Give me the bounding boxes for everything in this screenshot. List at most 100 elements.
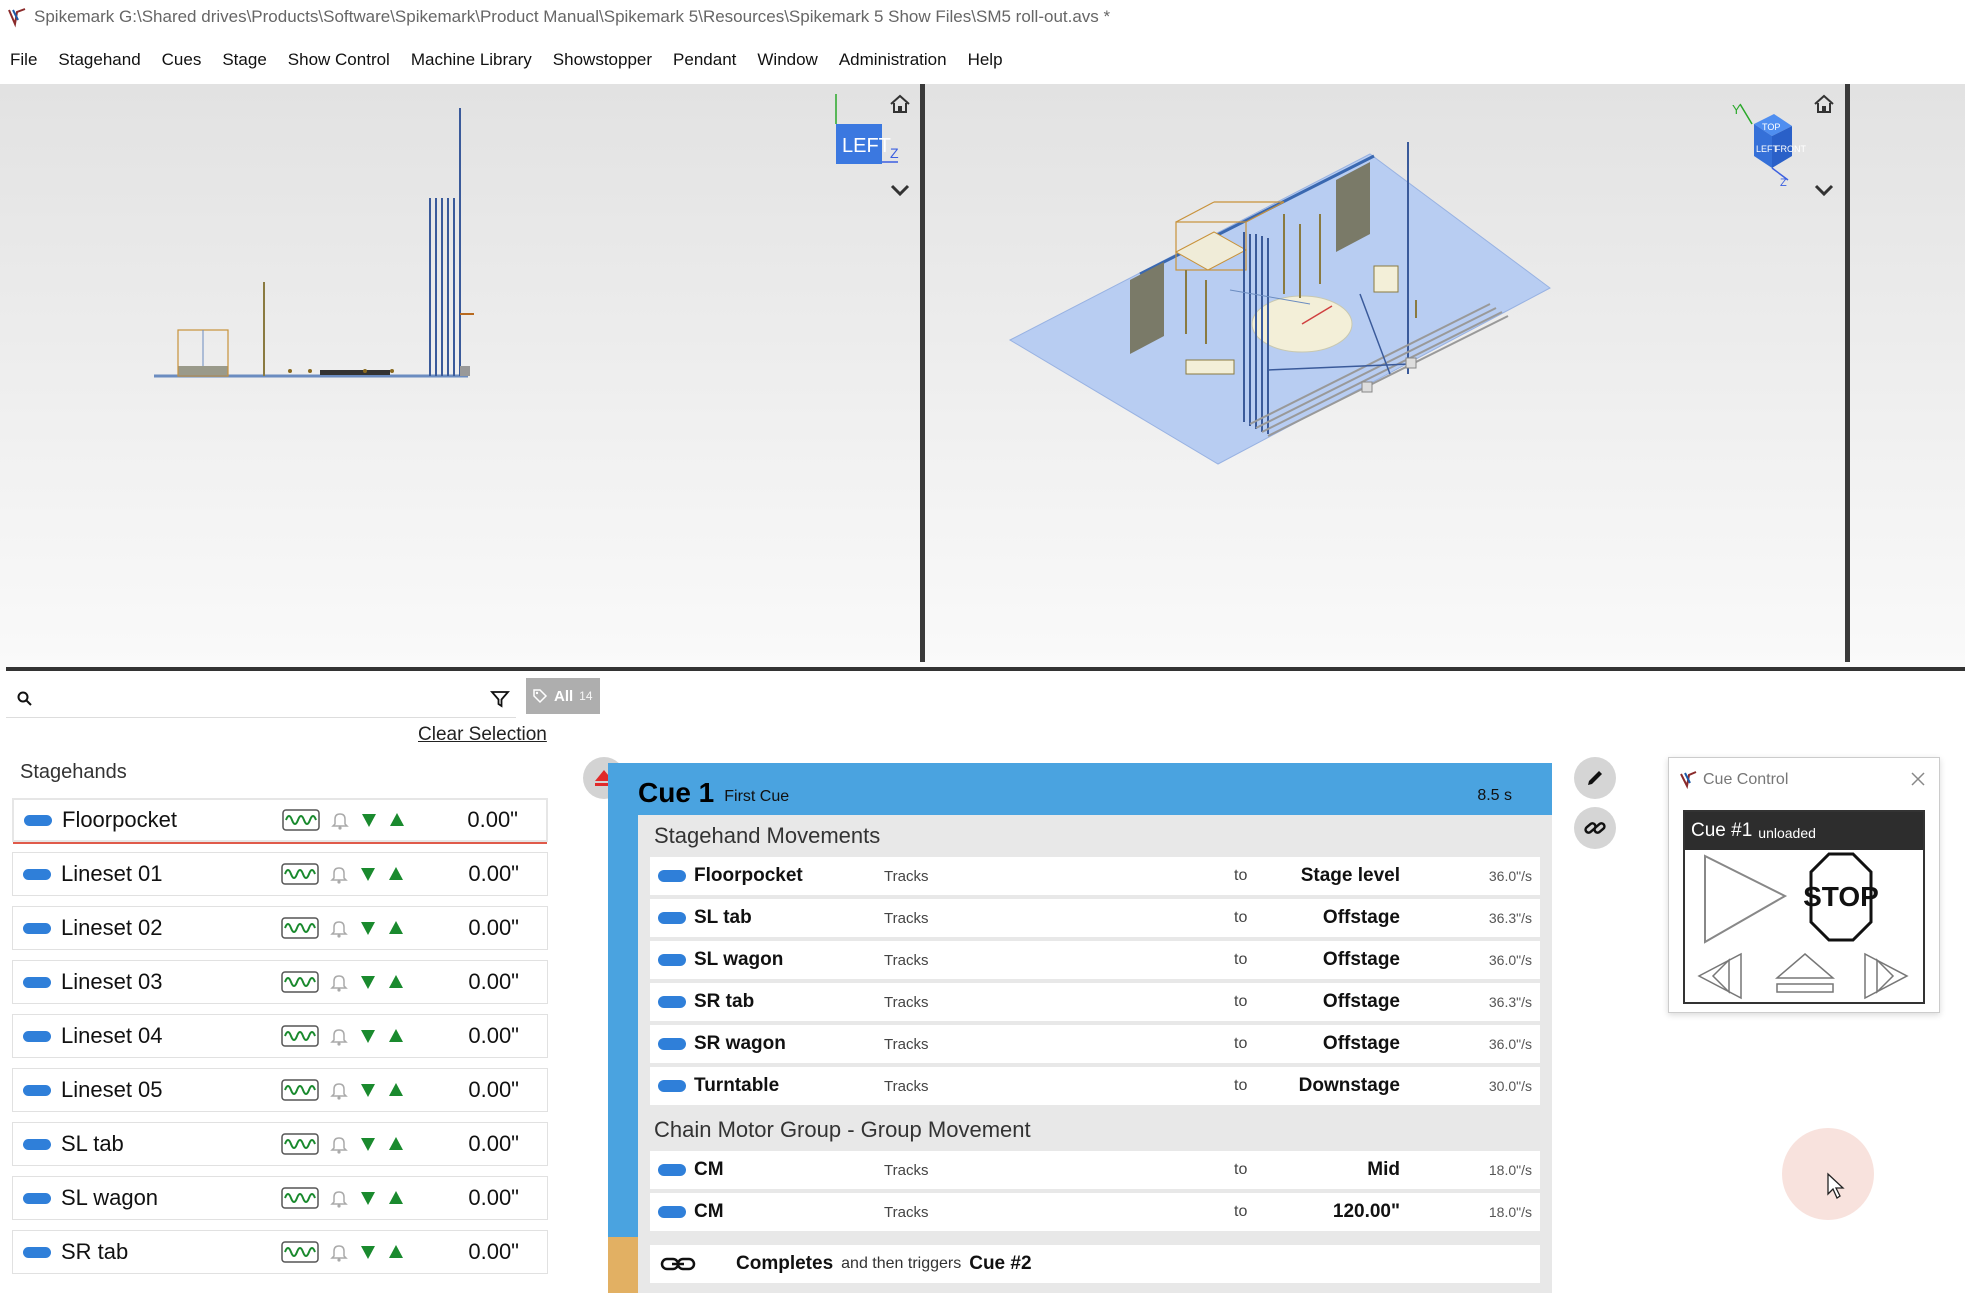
loaded-cue-number: Cue #1 [1691, 820, 1753, 841]
menu-help[interactable]: Help [968, 50, 1003, 70]
menu-stagehand[interactable]: Stagehand [58, 50, 140, 70]
waveform-icon[interactable] [281, 863, 319, 885]
waveform-icon[interactable] [282, 809, 320, 831]
move-up-icon[interactable] [387, 1189, 405, 1207]
bell-icon[interactable] [329, 1079, 349, 1101]
movement-row[interactable]: SL tab Tracks to Offstage 36.3"/s [650, 899, 1540, 937]
edit-cue-button[interactable] [1574, 757, 1616, 799]
menu-pendant[interactable]: Pendant [673, 50, 736, 70]
waveform-icon[interactable] [281, 1187, 319, 1209]
stagehand-row[interactable]: Lineset 01 0.00" [12, 852, 548, 896]
home-view-left-icon[interactable] [888, 92, 912, 116]
move-up-icon[interactable] [387, 1027, 405, 1045]
stagehand-row[interactable]: Lineset 04 0.00" [12, 1014, 548, 1058]
view-left-label: LEFT [842, 135, 891, 157]
home-view-right-icon[interactable] [1812, 92, 1836, 116]
cue-control-window[interactable]: Cue Control Cue #1 unloaded STOP [1668, 757, 1940, 1013]
bell-icon[interactable] [329, 1241, 349, 1263]
menu-file[interactable]: File [10, 50, 37, 70]
cue-completion-row[interactable]: Completes and then triggers Cue #2 [650, 1245, 1540, 1283]
move-down-icon[interactable] [359, 1027, 377, 1045]
move-down-icon[interactable] [359, 1135, 377, 1153]
waveform-icon[interactable] [281, 971, 319, 993]
stagehand-row[interactable]: SL tab 0.00" [12, 1122, 548, 1166]
view-cube-icon[interactable]: Y TOP LEFT FRONT Z [1728, 94, 1818, 194]
waveform-icon[interactable] [281, 1079, 319, 1101]
menu-machine-library[interactable]: Machine Library [411, 50, 532, 70]
move-up-icon[interactable] [387, 1135, 405, 1153]
stagehands-heading: Stagehands [20, 761, 127, 783]
bell-icon[interactable] [329, 863, 349, 885]
movement-row[interactable]: SL wagon Tracks to Offstage 36.0"/s [650, 941, 1540, 979]
move-up-icon[interactable] [387, 973, 405, 991]
cue-subtitle: First Cue [724, 788, 790, 805]
bell-icon[interactable] [329, 971, 349, 993]
stagehand-row[interactable]: Floorpocket 0.00" [12, 798, 548, 842]
previous-cue-button[interactable] [1697, 952, 1742, 1000]
stagehand-status-pill [24, 814, 52, 826]
move-down-icon[interactable] [359, 1189, 377, 1207]
movement-action: Tracks [884, 1077, 929, 1095]
move-down-icon[interactable] [359, 919, 377, 937]
waveform-icon[interactable] [281, 917, 319, 939]
move-up-icon[interactable] [388, 811, 406, 829]
movement-row[interactable]: CM Tracks to Mid 18.0"/s [650, 1151, 1540, 1189]
cue-card[interactable]: Cue 1 First Cue 8.5 s Stagehand Movement… [608, 763, 1552, 1293]
move-down-icon[interactable] [359, 1081, 377, 1099]
movement-row[interactable]: SR tab Tracks to Offstage 36.3"/s [650, 983, 1540, 1021]
menu-show-control[interactable]: Show Control [288, 50, 390, 70]
menu-administration[interactable]: Administration [839, 50, 947, 70]
stagehand-position: 0.00" [468, 1077, 519, 1102]
bell-icon[interactable] [329, 1187, 349, 1209]
move-up-icon[interactable] [387, 865, 405, 883]
move-down-icon[interactable] [359, 1243, 377, 1261]
waveform-icon[interactable] [281, 1025, 319, 1047]
menu-window[interactable]: Window [757, 50, 817, 70]
stagehand-status-pill [23, 1030, 51, 1042]
movement-row[interactable]: Turntable Tracks to Downstage 30.0"/s [650, 1067, 1540, 1105]
bell-icon[interactable] [329, 1025, 349, 1047]
stagehand-row[interactable]: SR tab 0.00" [12, 1230, 548, 1274]
move-up-icon[interactable] [387, 1081, 405, 1099]
go-button[interactable] [1704, 854, 1788, 944]
tag-filter-all[interactable]: All 14 [526, 678, 600, 714]
stagehand-row[interactable]: SL wagon 0.00" [12, 1176, 548, 1220]
next-cue-button[interactable] [1864, 952, 1909, 1000]
waveform-icon[interactable] [281, 1133, 319, 1155]
move-up-icon[interactable] [387, 1243, 405, 1261]
left-viewport-scene[interactable] [0, 84, 920, 664]
search-input[interactable] [42, 684, 482, 714]
panel-splitter[interactable] [6, 667, 1965, 671]
move-down-icon[interactable] [359, 865, 377, 883]
stagehand-row[interactable]: Lineset 05 0.00" [12, 1068, 548, 1112]
chevron-down-right-icon[interactable] [1812, 180, 1836, 200]
viewport-splitter-2[interactable] [1845, 84, 1850, 662]
search-bar [6, 680, 516, 718]
close-icon[interactable] [1909, 770, 1927, 788]
waveform-icon[interactable] [281, 1241, 319, 1263]
bell-icon[interactable] [330, 809, 350, 831]
stagehand-row[interactable]: Lineset 03 0.00" [12, 960, 548, 1004]
window-title: Spikemark G:\Shared drives\Products\Soft… [34, 7, 1111, 26]
filter-icon[interactable] [490, 689, 510, 709]
chevron-down-left-icon[interactable] [888, 180, 912, 200]
viewport-splitter-1[interactable] [920, 84, 925, 662]
menu-stage[interactable]: Stage [222, 50, 266, 70]
move-down-icon[interactable] [359, 973, 377, 991]
clear-selection-link[interactable]: Clear Selection [418, 724, 547, 746]
bell-icon[interactable] [329, 917, 349, 939]
move-down-icon[interactable] [360, 811, 378, 829]
movement-row[interactable]: Floorpocket Tracks to Stage level 36.0"/s [650, 857, 1540, 895]
eject-control-button[interactable] [1774, 953, 1836, 993]
link-cue-button[interactable] [1574, 807, 1616, 849]
movement-row[interactable]: CM Tracks to 120.00" 18.0"/s [650, 1193, 1540, 1231]
movement-stagehand: CM [694, 1201, 724, 1222]
move-up-icon[interactable] [387, 919, 405, 937]
menu-cues[interactable]: Cues [162, 50, 202, 70]
bell-icon[interactable] [329, 1133, 349, 1155]
menu-showstopper[interactable]: Showstopper [553, 50, 652, 70]
movement-stagehand: Floorpocket [694, 865, 803, 886]
movement-row[interactable]: SR wagon Tracks to Offstage 36.0"/s [650, 1025, 1540, 1063]
stop-button[interactable]: STOP [1803, 852, 1879, 942]
stagehand-row[interactable]: Lineset 02 0.00" [12, 906, 548, 950]
